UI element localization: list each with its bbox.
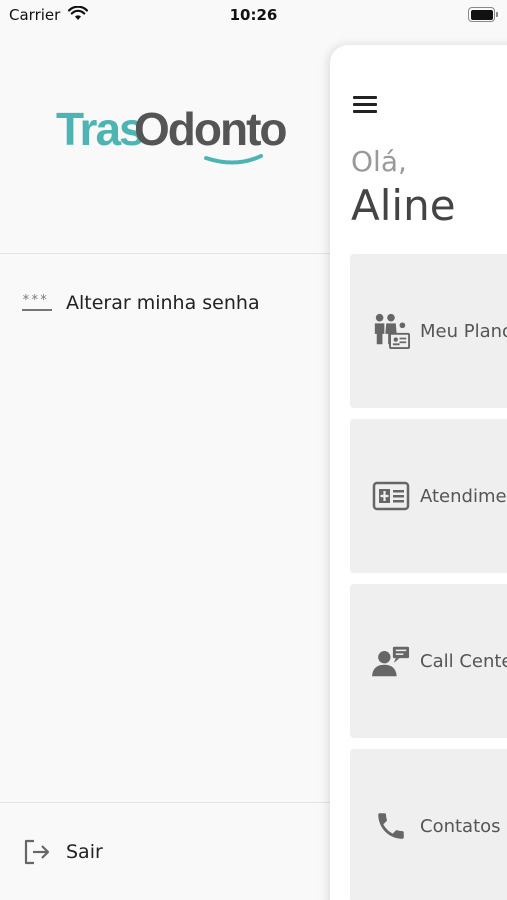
card-atendimento-label: Atendimento [420, 485, 507, 507]
card-contatos-label: Contatos [420, 815, 501, 837]
logout-item[interactable]: Sair [22, 832, 103, 872]
card-call-center[interactable]: Call Center [350, 584, 507, 738]
password-icon: *** [22, 294, 52, 311]
user-name: Aline [351, 181, 456, 230]
hamburger-menu-icon[interactable] [352, 93, 380, 117]
main-panel: Olá, Aline Meu Plano Atendime Call Cente… [330, 45, 507, 900]
logout-label: Sair [66, 841, 103, 863]
app-logo: Tras Odonto [56, 102, 287, 172]
drawer-divider-top [0, 253, 330, 254]
greeting-text: Olá, [351, 145, 407, 178]
battery-icon [468, 7, 498, 22]
clock: 10:26 [229, 6, 278, 24]
phone-icon [372, 807, 410, 845]
family-card-icon [372, 312, 410, 350]
card-call-center-label: Call Center [420, 650, 507, 672]
logout-icon [24, 839, 50, 865]
card-meu-plano-label: Meu Plano [420, 320, 507, 342]
side-drawer: Tras Odonto *** Alterar minha senha Sair [0, 30, 330, 900]
medical-card-icon [372, 477, 410, 515]
support-chat-icon [372, 642, 410, 680]
card-contatos[interactable]: Contatos [350, 749, 507, 900]
status-bar: Carrier 10:26 [0, 0, 507, 30]
drawer-divider-bottom [0, 802, 330, 803]
logo-smile-icon [204, 154, 263, 165]
change-password-label: Alterar minha senha [66, 292, 260, 314]
card-meu-plano[interactable]: Meu Plano [350, 254, 507, 408]
card-atendimento[interactable]: Atendimento [350, 419, 507, 573]
change-password-item[interactable]: *** Alterar minha senha [22, 283, 260, 323]
